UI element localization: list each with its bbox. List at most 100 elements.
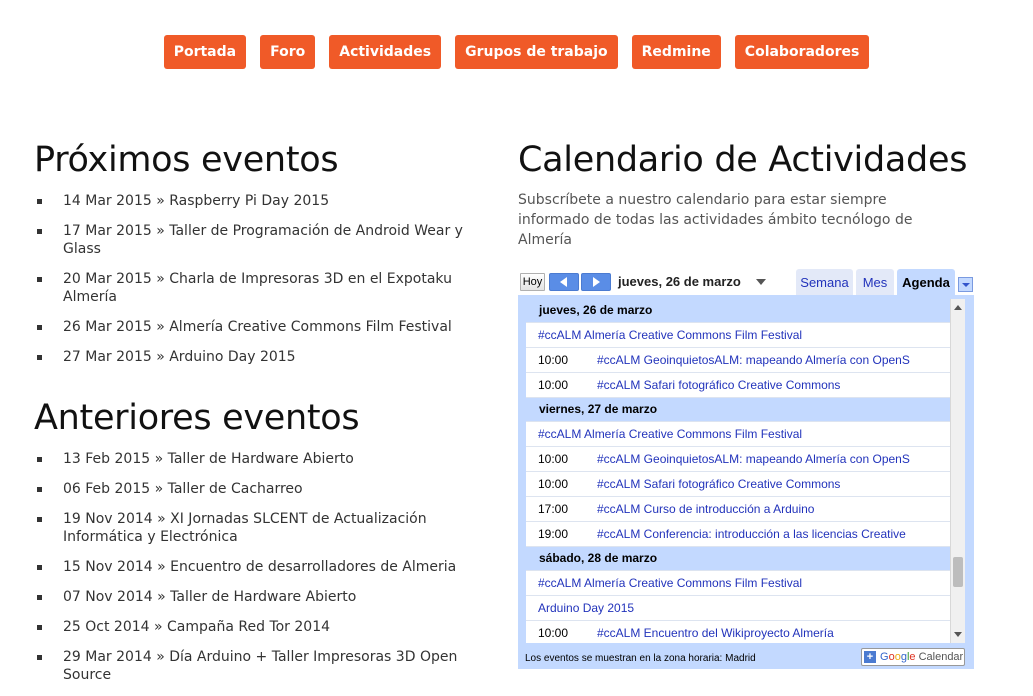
bullet-icon [37,487,42,492]
bullet-icon [37,277,42,282]
calendar-body: jueves, 26 de marzo #ccALM Almería Creati… [518,295,974,669]
event-time: 10:00 [538,477,569,491]
main-nav: Portada Foro Actividades Grupos de traba… [0,35,1033,69]
event-title[interactable]: #ccALM Safari fotográfico Creative Commo… [597,373,840,397]
google-calendar-badge[interactable]: + Google Calendar [861,648,965,666]
calendar-description: Subscríbete a nuestro calendario para es… [518,192,913,248]
agenda-event-row[interactable]: 10:00 #ccALM Encuentro del Wikiproyecto A… [526,621,950,643]
calendar-toolbar: Hoy jueves, 26 de marzo Semana Mes Agend… [518,269,974,295]
agenda-event-row[interactable]: #ccALM Almería Creative Commons Film Fes… [526,323,950,348]
tab-semana[interactable]: Semana [796,269,853,295]
scroll-up-icon[interactable] [954,305,962,310]
event-item: 15 Nov 2014 » Encuentro de desarrollador… [34,558,484,576]
event-title[interactable]: #ccALM Almería Creative Commons Film Fes… [538,323,802,347]
event-date: 19 Nov 2014 [63,511,153,527]
nav-redmine-button[interactable]: Redmine [631,35,721,69]
event-date: 13 Feb 2015 [63,451,151,467]
bullet-icon [37,595,42,600]
event-title[interactable]: #ccALM Safari fotográfico Creative Commo… [597,472,840,496]
today-button[interactable]: Hoy [520,273,545,291]
tab-mes[interactable]: Mes [856,269,894,295]
event-item: 29 Mar 2014 » Día Arduino + Taller Impre… [34,648,484,684]
prev-button[interactable] [549,273,579,291]
nav-grupos-button[interactable]: Grupos de trabajo [455,35,618,69]
event-title[interactable]: #ccALM GeoinquietosALM: mapeando Almería… [597,348,910,372]
event-item: 06 Feb 2015 » Taller de Cacharreo [34,480,484,498]
embedded-calendar: Hoy jueves, 26 de marzo Semana Mes Agend… [518,269,974,669]
event-link[interactable]: Taller de Hardware Abierto [168,451,354,467]
scroll-down-icon[interactable] [954,632,962,637]
event-item: 17 Mar 2015 » Taller de Programación de … [34,222,484,258]
next-button[interactable] [581,273,611,291]
bullet-icon [37,655,42,660]
event-time: 10:00 [538,452,569,466]
upcoming-events-list: 14 Mar 2015 » Raspberry Pi Day 2015 17 Ma… [34,192,484,378]
event-time: 10:00 [538,626,569,640]
agenda-event-row[interactable]: 10:00 #ccALM Safari fotográfico Creative … [526,472,950,497]
nav-portada-button[interactable]: Portada [163,35,247,69]
event-title[interactable]: #ccALM Curso de introducción a Arduino [597,497,814,521]
bullet-icon [37,325,42,330]
agenda-event-row[interactable]: 19:00 #ccALM Conferencia: introducción a … [526,522,950,547]
event-date: 29 Mar 2014 [63,649,152,665]
event-link[interactable]: Campaña Red Tor 2014 [167,619,330,635]
current-date-label[interactable]: jueves, 26 de marzo [618,274,741,289]
event-link[interactable]: Taller de Cacharreo [168,481,303,497]
agenda-event-row[interactable]: #ccALM Almería Creative Commons Film Fes… [526,571,950,596]
scroll-thumb[interactable] [953,557,963,587]
google-logo-text: Google [880,651,916,663]
nav-colaboradores-button[interactable]: Colaboradores [734,35,870,69]
event-title[interactable]: Arduino Day 2015 [538,596,634,620]
arrow-right-icon [593,277,600,287]
event-date: 06 Feb 2015 [63,481,151,497]
event-item: 19 Nov 2014 » XI Jornadas SLCENT de Actu… [34,510,484,546]
event-title[interactable]: #ccALM Conferencia: introducción a las l… [597,522,906,546]
event-item: 25 Oct 2014 » Campaña Red Tor 2014 [34,618,484,636]
agenda-day-header: viernes, 27 de marzo [526,398,950,422]
event-title[interactable]: #ccALM Almería Creative Commons Film Fes… [538,571,802,595]
event-item: 13 Feb 2015 » Taller de Hardware Abierto [34,450,484,468]
event-item: 27 Mar 2015 » Arduino Day 2015 [34,348,484,366]
event-date: 14 Mar 2015 [63,193,152,209]
agenda-event-row[interactable]: #ccALM Almería Creative Commons Film Fes… [526,422,950,447]
agenda-day-header: jueves, 26 de marzo [526,299,950,323]
event-link[interactable]: Arduino Day 2015 [169,349,295,365]
timezone-note: Los eventos se muestran en la zona horar… [525,653,756,664]
plus-icon: + [864,651,876,663]
nav-foro-button[interactable]: Foro [260,35,316,69]
event-time: 10:00 [538,353,569,367]
event-link[interactable]: Encuentro de desarrolladores de Almeria [170,559,456,575]
bullet-icon [37,517,42,522]
past-events-heading: Anteriores eventos [34,398,360,438]
agenda-event-row[interactable]: 10:00 #ccALM GeoinquietosALM: mapeando Al… [526,348,950,373]
calendar-badge-text: Calendar [918,651,964,663]
bullet-icon [37,565,42,570]
event-date: 25 Oct 2014 [63,619,150,635]
agenda-list[interactable]: jueves, 26 de marzo #ccALM Almería Creati… [526,299,950,643]
event-link[interactable]: Taller de Hardware Abierto [170,589,356,605]
event-link[interactable]: Almería Creative Commons Film Festival [169,319,452,335]
calendar-heading: Calendario de Actividades [518,140,968,180]
event-time: 19:00 [538,527,569,541]
event-title[interactable]: #ccALM Encuentro del Wikiproyecto Almerí… [597,621,834,643]
bullet-icon [37,625,42,630]
bullet-icon [37,199,42,204]
agenda-event-row[interactable]: 17:00 #ccALM Curso de introducción a Ardu… [526,497,950,522]
event-title[interactable]: #ccALM Almería Creative Commons Film Fes… [538,422,802,446]
agenda-scrollbar[interactable] [950,299,965,643]
agenda-event-row[interactable]: 10:00 #ccALM Safari fotográfico Creative … [526,373,950,398]
tab-agenda[interactable]: Agenda [897,269,955,295]
event-date: 15 Nov 2014 [63,559,153,575]
past-events-list: 13 Feb 2015 » Taller de Hardware Abierto… [34,450,484,696]
event-title[interactable]: #ccALM GeoinquietosALM: mapeando Almería… [597,447,910,471]
event-item: 20 Mar 2015 » Charla de Impresoras 3D en… [34,270,484,306]
agenda-event-row[interactable]: 10:00 #ccALM GeoinquietosALM: mapeando Al… [526,447,950,472]
event-link[interactable]: Raspberry Pi Day 2015 [169,193,329,209]
agenda-day-header: sábado, 28 de marzo [526,547,950,571]
nav-actividades-button[interactable]: Actividades [329,35,442,69]
event-date: 20 Mar 2015 [63,271,152,287]
event-date: 27 Mar 2015 [63,349,152,365]
agenda-event-row[interactable]: Arduino Day 2015 [526,596,950,621]
date-dropdown-icon[interactable] [756,279,766,285]
view-menu-icon[interactable] [958,277,973,292]
